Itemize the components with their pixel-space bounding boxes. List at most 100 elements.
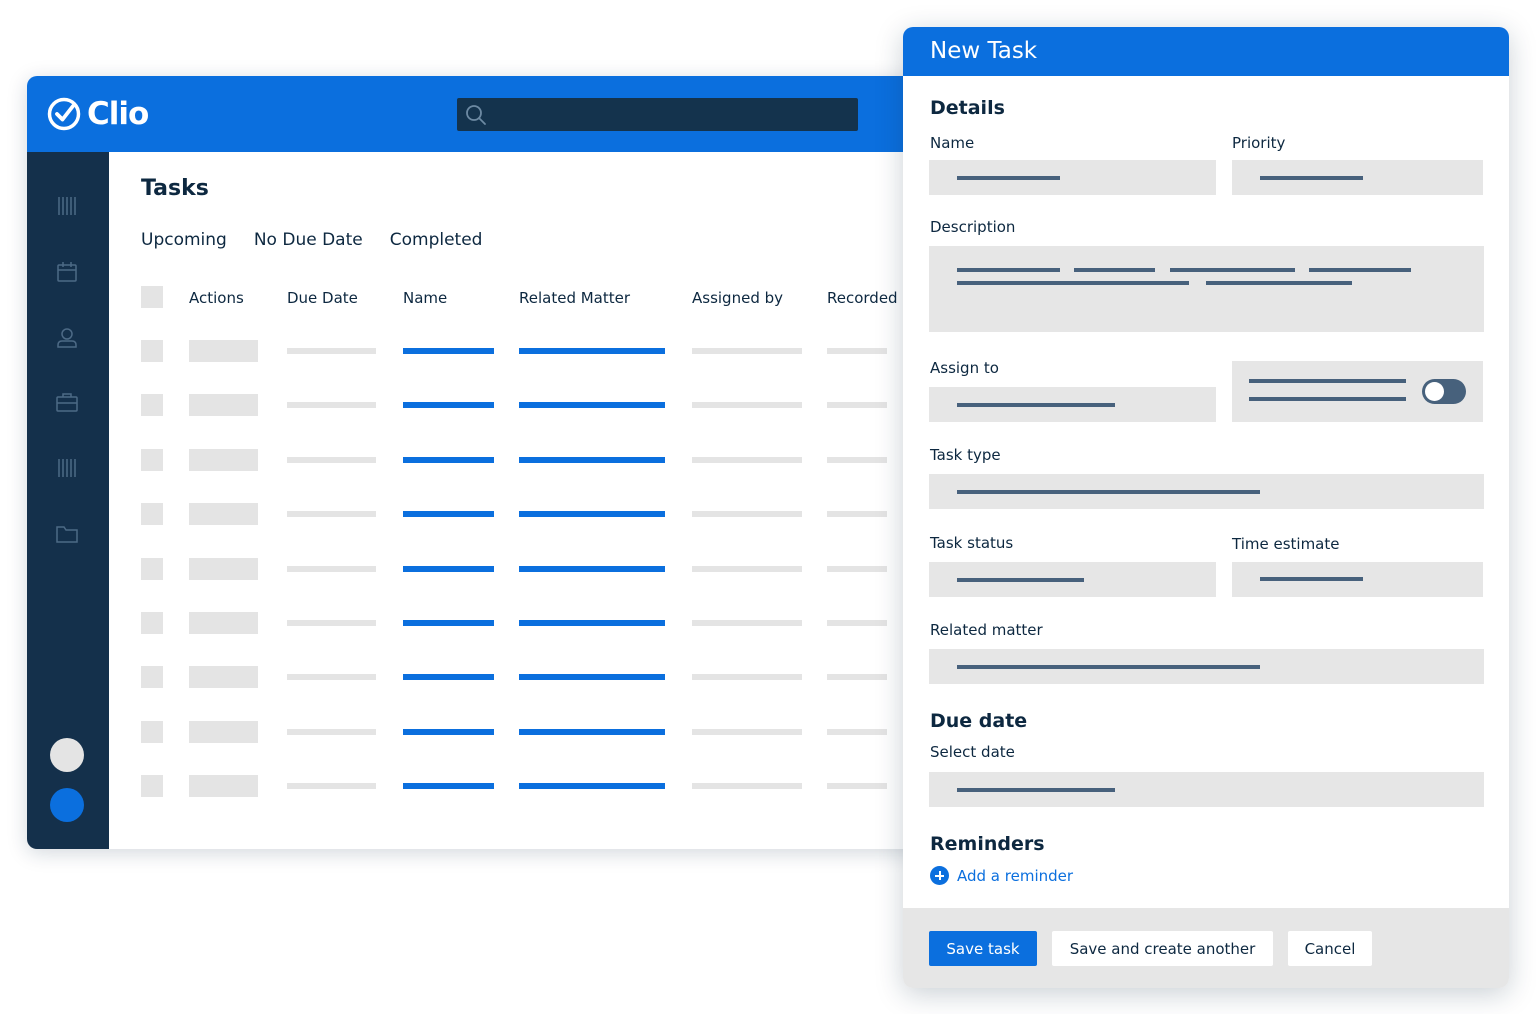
row-actions-button[interactable] [189,448,258,471]
due-date-cell [287,565,376,572]
row-actions-button[interactable] [189,557,258,580]
text-placeholder [1249,379,1406,383]
modal-header: New Task [903,27,1509,76]
related-matter-select[interactable] [929,649,1484,684]
related-matter-cell[interactable] [519,620,665,626]
row-actions-button[interactable] [189,503,258,526]
name-cell[interactable] [403,348,494,354]
cancel-button[interactable]: Cancel [1288,931,1372,966]
row-checkbox[interactable] [141,448,163,471]
related-matter-cell[interactable] [519,565,665,572]
related-matter-cell[interactable] [519,783,665,790]
name-cell[interactable] [403,565,494,572]
tab-completed[interactable]: Completed [390,230,483,250]
recorded-cell [827,565,887,572]
row-checkbox[interactable] [141,340,163,362]
select-date-label: Select date [930,743,1015,761]
table-row[interactable] [109,557,987,582]
table-row[interactable] [109,394,987,418]
assigned-by-cell [692,674,802,681]
related-matter-cell[interactable] [519,348,665,354]
sidebar-item-calendar[interactable] [55,260,79,284]
column-assigned-by[interactable]: Assigned by [692,289,783,307]
row-checkbox[interactable] [141,394,163,417]
name-field[interactable] [929,160,1216,195]
due-date-cell [287,674,376,681]
add-reminder-link[interactable]: Add a reminder [930,866,1073,885]
table-row[interactable] [109,503,987,527]
name-cell[interactable] [403,620,494,626]
row-checkbox[interactable] [141,557,163,580]
search-input[interactable] [457,98,858,131]
select-all-checkbox[interactable] [141,286,163,308]
notify-toggle[interactable] [1422,379,1466,404]
recorded-cell [827,674,887,681]
table-row[interactable] [109,612,987,636]
tab-no-due-date[interactable]: No Due Date [254,230,363,250]
row-actions-button[interactable] [189,666,258,689]
sidebar-item-documents[interactable] [55,522,79,546]
column-due-date[interactable]: Due Date [287,289,358,307]
column-related-matter[interactable]: Related Matter [519,289,630,307]
tab-upcoming[interactable]: Upcoming [141,230,227,250]
name-cell[interactable] [403,783,494,790]
avatar[interactable] [50,738,84,772]
due-date-cell [287,456,376,463]
table-row[interactable] [109,720,987,745]
assigned-by-cell [692,728,802,735]
description-field[interactable] [929,246,1484,332]
name-cell[interactable] [403,728,494,735]
text-placeholder [957,788,1115,792]
name-label: Name [930,134,975,152]
name-cell[interactable] [403,402,494,409]
clio-logo[interactable]: Clio [47,96,149,132]
app-window: Clio Tasks Upcoming No Due Date Complete… [27,76,987,849]
row-checkbox[interactable] [141,503,163,526]
row-actions-button[interactable] [189,340,258,362]
time-estimate-field[interactable] [1232,562,1483,597]
table-row[interactable] [109,775,987,799]
column-actions[interactable]: Actions [189,289,244,307]
related-matter-cell[interactable] [519,674,665,681]
related-matter-cell[interactable] [519,511,665,518]
save-and-create-another-button[interactable]: Save and create another [1052,931,1273,966]
column-recorded[interactable]: Recorded [827,289,898,307]
related-matter-cell[interactable] [519,402,665,409]
task-type-select[interactable] [929,474,1484,509]
sidebar-item-activities[interactable] [55,194,79,218]
sidebar-item-billing[interactable] [55,456,79,480]
task-status-select[interactable] [929,562,1216,597]
sidebar [27,152,109,849]
sidebar-item-contacts[interactable] [55,326,79,350]
table-row[interactable] [109,666,987,690]
table-row[interactable] [109,340,987,364]
row-actions-button[interactable] [189,612,258,634]
row-checkbox[interactable] [141,666,163,689]
name-cell[interactable] [403,511,494,518]
modal-footer: Save task Save and create another Cancel [903,908,1509,988]
row-checkbox[interactable] [141,775,163,798]
help-button[interactable] [50,788,84,822]
task-tabs: Upcoming No Due Date Completed [141,230,482,250]
assign-to-select[interactable] [929,387,1216,422]
related-matter-cell[interactable] [519,728,665,735]
row-actions-button[interactable] [189,720,258,743]
row-actions-button[interactable] [189,775,258,798]
due-date-cell [287,620,376,626]
priority-select[interactable] [1232,160,1483,195]
table-row[interactable] [109,448,987,473]
save-task-button[interactable]: Save task [929,931,1037,966]
row-checkbox[interactable] [141,720,163,743]
row-checkbox[interactable] [141,612,163,634]
due-date-picker[interactable] [929,772,1484,807]
reminders-heading: Reminders [930,833,1045,855]
name-cell[interactable] [403,456,494,463]
assigned-by-cell [692,511,802,518]
name-cell[interactable] [403,674,494,681]
related-matter-cell[interactable] [519,456,665,463]
column-name[interactable]: Name [403,289,447,307]
add-reminder-label: Add a reminder [957,866,1074,885]
table-header: Actions Due Date Name Related Matter Ass… [109,286,987,310]
sidebar-item-matters[interactable] [55,390,79,414]
row-actions-button[interactable] [189,394,258,417]
